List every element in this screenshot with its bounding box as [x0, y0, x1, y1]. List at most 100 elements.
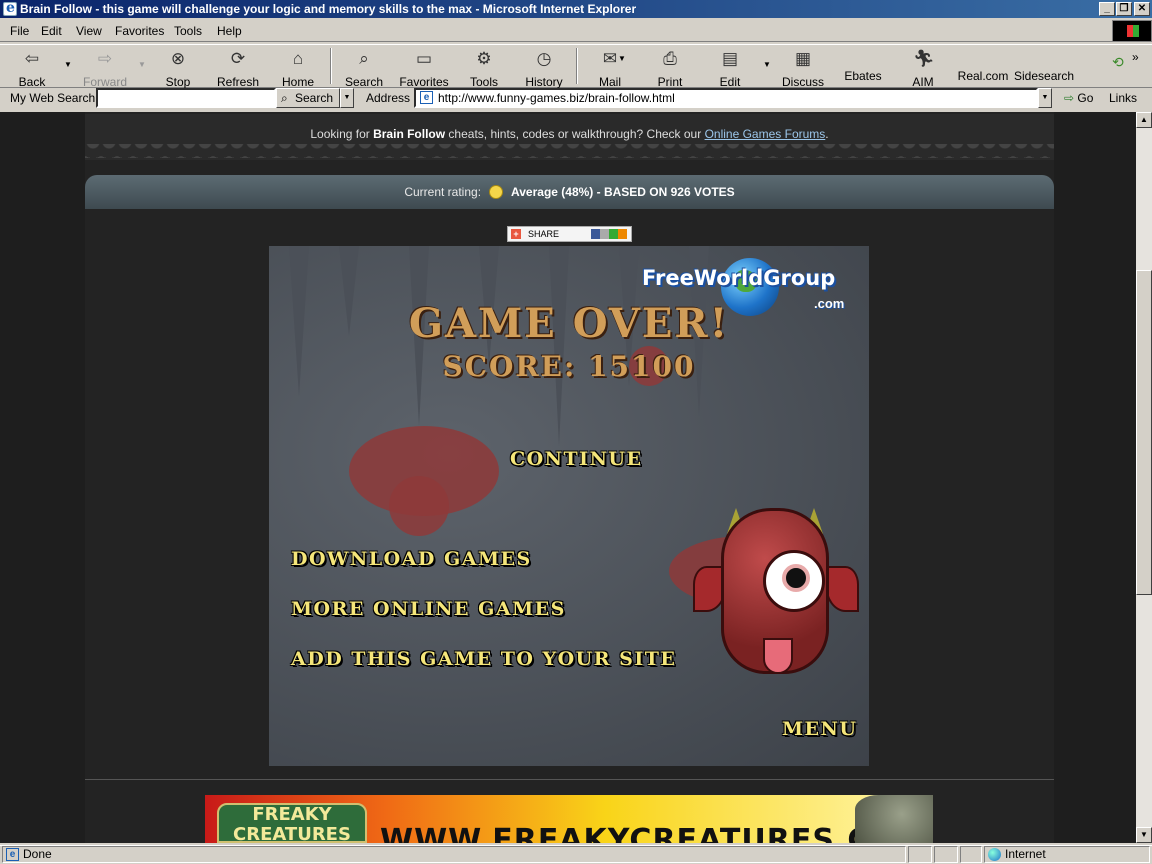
content-divider [85, 779, 1054, 780]
home-button[interactable]: ⌂ Home [270, 46, 326, 89]
freaky-creatures-logo: FREAKY CREATURES [217, 803, 367, 843]
discuss-icon: ▦ [794, 49, 812, 68]
status-text-panel: e Done [2, 846, 906, 863]
monster-pupil [782, 564, 810, 592]
toolbar-separator [330, 48, 332, 84]
menu-favorites[interactable]: Favorites [115, 24, 164, 38]
close-button[interactable]: ✕ [1134, 2, 1150, 16]
mail-dropdown-icon[interactable]: ▼ [618, 54, 626, 63]
go-button[interactable]: ⇨ Go [1064, 91, 1093, 105]
download-games-link[interactable]: DOWNLOAD GAMES [291, 548, 532, 570]
share-plus-icon: + [511, 229, 521, 239]
page-done-icon: e [6, 848, 19, 861]
more-online-games-link[interactable]: MORE ONLINE GAMES [291, 598, 566, 620]
page-ie-icon: e [420, 91, 433, 104]
rating-value: Average (48%) - BASED ON 926 VOTES [511, 185, 735, 199]
forum-notice: Looking for Brain Follow cheats, hints, … [310, 127, 829, 141]
aim-button[interactable]: 🏃︎ AIM [895, 46, 951, 89]
add-game-to-site-link[interactable]: ADD THIS GAME TO YOUR SITE [291, 648, 676, 670]
mywebsearch-label: My Web Search [10, 91, 96, 105]
refresh-icon: ⟳ [230, 49, 246, 68]
windows-logo-icon [1112, 20, 1152, 42]
address-dropdown-icon[interactable]: ▼ [1038, 88, 1052, 108]
title-bar: Brain Follow - this game will challenge … [0, 0, 1152, 18]
rating-text: Current rating: Average (48%) - BASED ON … [404, 185, 735, 199]
monster-tongue [763, 638, 793, 674]
mail-icon: ✉ [602, 49, 618, 68]
scroll-up-icon[interactable]: ▲ [1136, 112, 1152, 128]
continue-button[interactable]: CONTINUE [510, 448, 643, 470]
scrollbar-thumb[interactable] [1136, 270, 1152, 595]
search-globe-icon: ⌕ [359, 49, 369, 68]
address-url: http://www.funny-games.biz/brain-follow.… [438, 91, 675, 105]
forward-dropdown-icon[interactable]: ▼ [138, 60, 146, 69]
menu-help[interactable]: Help [217, 24, 242, 38]
monster-right-wing [825, 566, 859, 612]
status-panel [960, 846, 982, 863]
status-panel [908, 846, 932, 863]
forward-arrow-icon: ⇨ [97, 49, 113, 68]
links-label[interactable]: Links [1109, 91, 1137, 105]
social-bookmark-icons [591, 229, 627, 239]
discuss-button[interactable]: ▦ Discuss [775, 46, 831, 89]
favorites-button[interactable]: ▭ Favorites [396, 46, 452, 89]
game-canvas[interactable]: FreeWorldGroup .com GAME OVER! SCORE: 15… [269, 246, 869, 766]
menu-edit[interactable]: Edit [41, 24, 62, 38]
back-button[interactable]: ⇦ Back [4, 46, 60, 89]
red-splat [389, 476, 449, 536]
internet-globe-icon [988, 848, 1001, 861]
restore-button[interactable]: ❐ [1116, 2, 1132, 16]
stop-icon: ⊗ [170, 49, 186, 68]
game-over-title: GAME OVER! [408, 300, 730, 347]
mywebsearch-search-button[interactable]: ⌕ Search [276, 88, 340, 108]
status-text: Done [23, 847, 52, 861]
freeworldgroup-logo[interactable]: FreeWorldGroup [642, 266, 862, 290]
address-input[interactable]: e http://www.funny-games.biz/brain-follo… [414, 88, 1038, 108]
printer-icon: ⎙ [663, 49, 677, 68]
window-title: Brain Follow - this game will challenge … [20, 2, 637, 16]
rating-smiley-icon [489, 185, 504, 199]
freaky-creatures-banner[interactable]: FREAKY CREATURES WWW.FREAKYCREATURES.COM [205, 795, 933, 843]
score-text: SCORE: 15100 [442, 350, 696, 383]
menu-tools[interactable]: Tools [174, 24, 202, 38]
mail-button[interactable]: ✉ Mail [582, 46, 638, 89]
edit-dropdown-icon[interactable]: ▼ [763, 60, 771, 69]
search-dropdown-icon[interactable]: ▼ [340, 88, 354, 108]
ie-app-icon [3, 0, 17, 16]
tools-icon: ⚙ [476, 49, 492, 68]
stop-button[interactable]: ⊗ Stop [150, 46, 206, 89]
home-icon: ⌂ [292, 49, 304, 68]
decorative-drip-border [85, 144, 1054, 158]
history-icon: ◷ [536, 49, 552, 68]
sidesearch-button[interactable]: Sidesearch [1014, 50, 1074, 90]
realcom-button[interactable]: Real.com [955, 50, 1011, 90]
search-button[interactable]: ⌕ Search [336, 46, 392, 89]
forward-button[interactable]: ⇨ Forward [77, 46, 133, 89]
menu-view[interactable]: View [76, 24, 102, 38]
edit-button[interactable]: ▤ Edit [702, 46, 758, 89]
print-button[interactable]: ⎙ Print [642, 46, 698, 89]
banner-url-text: WWW.FREAKYCREATURES.COM [380, 823, 928, 843]
favorites-folder-icon: ▭ [415, 49, 433, 68]
ie-extension-icon[interactable]: ⟲ [1112, 54, 1124, 71]
minimize-button[interactable]: _ [1099, 2, 1115, 16]
toolbar-separator [576, 48, 578, 84]
menu-button[interactable]: MENU [782, 718, 857, 740]
mywebsearch-input[interactable] [96, 88, 276, 108]
ebates-button[interactable]: Ebates [835, 50, 891, 90]
address-label: Address [366, 91, 411, 105]
zone-text: Internet [1005, 847, 1046, 861]
tools-button[interactable]: ⚙ Tools [456, 46, 512, 89]
history-button[interactable]: ◷ History [516, 46, 572, 89]
online-games-forums-link[interactable]: Online Games Forums [705, 127, 826, 141]
magnifier-icon: ⌕ [281, 91, 288, 105]
aim-running-man-icon: 🏃︎ [913, 49, 935, 68]
refresh-button[interactable]: ⟳ Refresh [210, 46, 266, 89]
scroll-down-icon[interactable]: ▼ [1136, 827, 1152, 843]
go-arrow-icon: ⇨ [1064, 91, 1075, 105]
back-dropdown-icon[interactable]: ▼ [64, 60, 72, 69]
toolbar-chevron-icon[interactable]: » [1132, 50, 1139, 64]
menu-file[interactable]: File [10, 24, 29, 38]
share-button[interactable]: + SHARE [507, 226, 632, 242]
edit-document-icon: ▤ [721, 49, 739, 68]
